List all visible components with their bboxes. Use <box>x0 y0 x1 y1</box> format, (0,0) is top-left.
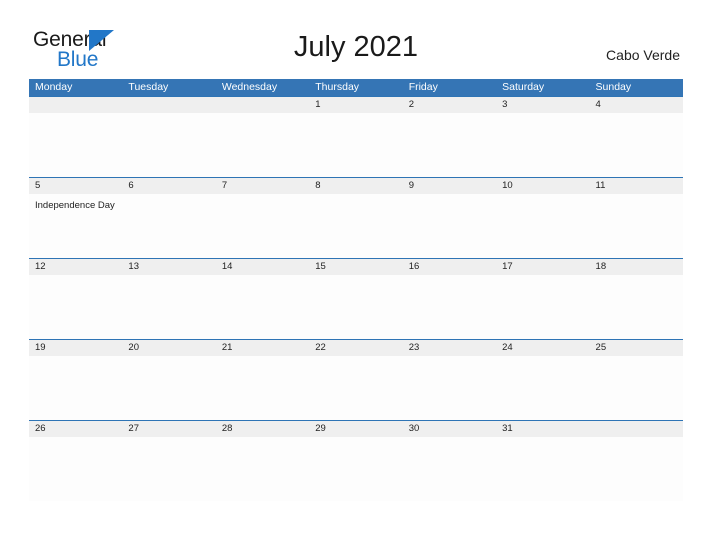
date-number[interactable]: 6 <box>122 178 215 194</box>
day-cell[interactable] <box>216 356 309 420</box>
date-number[interactable] <box>590 421 683 437</box>
date-number[interactable] <box>216 97 309 113</box>
date-number[interactable]: 2 <box>403 97 496 113</box>
day-cell[interactable] <box>216 275 309 339</box>
day-cell[interactable] <box>29 356 122 420</box>
day-cell[interactable] <box>122 275 215 339</box>
date-number[interactable]: 15 <box>309 259 402 275</box>
date-number[interactable]: 16 <box>403 259 496 275</box>
day-cell[interactable] <box>309 194 402 258</box>
weekday-header-tuesday: Tuesday <box>128 81 169 93</box>
day-cell[interactable] <box>496 356 589 420</box>
date-number[interactable]: 14 <box>216 259 309 275</box>
day-cell[interactable] <box>590 437 683 501</box>
calendar-date-band: 26 27 28 29 30 31 <box>29 421 683 437</box>
calendar-table: Monday Tuesday Wednesday Thursday Friday… <box>29 79 683 501</box>
day-cell[interactable] <box>403 356 496 420</box>
day-cell[interactable] <box>309 356 402 420</box>
date-number[interactable]: 25 <box>590 340 683 356</box>
weekday-header-saturday: Saturday <box>502 81 545 93</box>
day-cell[interactable] <box>590 356 683 420</box>
weekday-header-sunday: Sunday <box>595 81 632 93</box>
day-cell[interactable] <box>590 113 683 177</box>
event-label: Independence Day <box>35 200 115 211</box>
date-number[interactable]: 11 <box>590 178 683 194</box>
date-number[interactable]: 5 <box>29 178 122 194</box>
date-number[interactable]: 24 <box>496 340 589 356</box>
calendar-event-band <box>29 437 683 501</box>
date-number[interactable]: 26 <box>29 421 122 437</box>
weekday-header-thursday: Thursday <box>315 81 360 93</box>
day-cell[interactable] <box>216 437 309 501</box>
calendar-date-band: 19 20 21 22 23 24 25 <box>29 340 683 356</box>
date-number[interactable]: 23 <box>403 340 496 356</box>
day-cell[interactable] <box>496 194 589 258</box>
calendar-event-band <box>29 275 683 339</box>
calendar-event-band: Independence Day <box>29 194 683 258</box>
day-cell[interactable] <box>29 437 122 501</box>
date-number[interactable]: 10 <box>496 178 589 194</box>
day-cell[interactable] <box>496 113 589 177</box>
date-number[interactable]: 29 <box>309 421 402 437</box>
day-cell[interactable] <box>29 275 122 339</box>
date-number[interactable]: 21 <box>216 340 309 356</box>
calendar-weekday-header: Monday Tuesday Wednesday Thursday Friday… <box>29 79 683 96</box>
date-number[interactable] <box>122 97 215 113</box>
date-number[interactable]: 3 <box>496 97 589 113</box>
day-cell[interactable] <box>122 113 215 177</box>
calendar-week-row: 19 20 21 22 23 24 25 <box>29 339 683 420</box>
day-cell[interactable] <box>122 437 215 501</box>
calendar-week-row: 1 2 3 4 <box>29 96 683 177</box>
weekday-header-wednesday: Wednesday <box>221 81 278 93</box>
date-number[interactable]: 18 <box>590 259 683 275</box>
date-number[interactable]: 17 <box>496 259 589 275</box>
calendar-event-band <box>29 356 683 420</box>
date-number[interactable]: 20 <box>122 340 215 356</box>
calendar-date-band: 12 13 14 15 16 17 18 <box>29 259 683 275</box>
weekday-header-friday: Friday <box>408 81 438 93</box>
day-cell[interactable] <box>403 275 496 339</box>
date-number[interactable]: 31 <box>496 421 589 437</box>
date-number[interactable]: 19 <box>29 340 122 356</box>
day-cell[interactable] <box>216 113 309 177</box>
calendar-week-row: 26 27 28 29 30 31 <box>29 420 683 501</box>
day-cell[interactable] <box>309 437 402 501</box>
date-number[interactable]: 9 <box>403 178 496 194</box>
calendar-week-row: 5 6 7 8 9 10 11 Independence Day <box>29 177 683 258</box>
day-cell[interactable] <box>216 194 309 258</box>
day-cell[interactable]: Independence Day <box>29 194 122 258</box>
date-number[interactable]: 27 <box>122 421 215 437</box>
page-header: General Blue July 2021 Cabo Verde <box>0 0 712 78</box>
day-cell[interactable] <box>122 356 215 420</box>
date-number[interactable]: 22 <box>309 340 402 356</box>
day-cell[interactable] <box>309 113 402 177</box>
day-cell[interactable] <box>496 275 589 339</box>
day-cell[interactable] <box>309 275 402 339</box>
day-cell[interactable] <box>590 194 683 258</box>
date-number[interactable]: 28 <box>216 421 309 437</box>
date-number[interactable]: 8 <box>309 178 402 194</box>
calendar-date-band: 5 6 7 8 9 10 11 <box>29 178 683 194</box>
day-cell[interactable] <box>403 194 496 258</box>
day-cell[interactable] <box>403 113 496 177</box>
weekday-header-monday: Monday <box>35 81 73 93</box>
day-cell[interactable] <box>29 113 122 177</box>
date-number[interactable] <box>29 97 122 113</box>
day-cell[interactable] <box>122 194 215 258</box>
date-number[interactable]: 7 <box>216 178 309 194</box>
calendar-week-row: 12 13 14 15 16 17 18 <box>29 258 683 339</box>
date-number[interactable]: 30 <box>403 421 496 437</box>
calendar-event-band <box>29 113 683 177</box>
date-number[interactable]: 12 <box>29 259 122 275</box>
date-number[interactable]: 13 <box>122 259 215 275</box>
day-cell[interactable] <box>590 275 683 339</box>
day-cell[interactable] <box>403 437 496 501</box>
day-cell[interactable] <box>496 437 589 501</box>
date-number[interactable]: 1 <box>309 97 402 113</box>
country-label: Cabo Verde <box>606 47 680 63</box>
calendar-date-band: 1 2 3 4 <box>29 97 683 113</box>
date-number[interactable]: 4 <box>590 97 683 113</box>
